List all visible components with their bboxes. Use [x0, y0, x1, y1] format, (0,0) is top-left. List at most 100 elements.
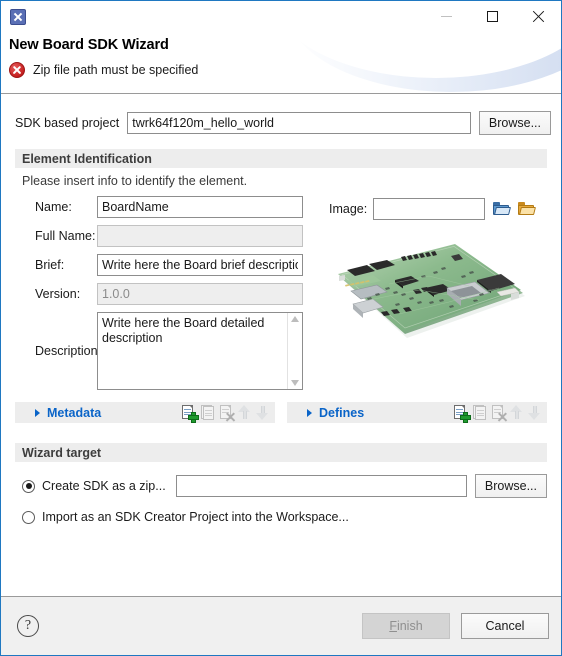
- help-question-icon[interactable]: ?: [17, 615, 39, 637]
- brief-input[interactable]: [97, 254, 303, 276]
- field-row-name: Name:: [15, 196, 323, 218]
- plus-badge: [188, 412, 199, 423]
- cancel-button[interactable]: Cancel: [461, 613, 549, 639]
- folder-blue-icon[interactable]: [493, 202, 512, 216]
- doc-line: [477, 410, 484, 411]
- section-metadata-label: Metadata: [47, 405, 102, 420]
- x-badge: [498, 412, 507, 421]
- doc-line: [205, 415, 212, 416]
- maximize-button[interactable]: [469, 2, 515, 32]
- duplicate-define-icon: [472, 405, 486, 420]
- version-input: [97, 283, 303, 305]
- triangle-right-icon[interactable]: [307, 408, 312, 417]
- description-textarea[interactable]: Write here the Board detailed descriptio…: [97, 312, 303, 390]
- duplicate-metadata-icon: [200, 405, 214, 420]
- minimize-button[interactable]: [423, 2, 469, 32]
- description-scrollbar[interactable]: [287, 313, 302, 389]
- dialog-footer: ? Finish Cancel: [1, 597, 561, 655]
- description-text[interactable]: Write here the Board detailed descriptio…: [98, 313, 287, 389]
- wizard-header: New Board SDK Wizard Zip file path must …: [1, 32, 561, 94]
- sdk-browse-button[interactable]: Browse...: [478, 111, 551, 135]
- maximize-icon: [486, 11, 498, 22]
- folder-flap: [494, 207, 512, 215]
- sdk-project-input[interactable]: [127, 112, 471, 134]
- folder-orange-icon[interactable]: [518, 202, 537, 216]
- doc-line: [205, 412, 212, 414]
- error-circle-icon: [9, 62, 25, 78]
- radio-import-project-label[interactable]: Import as an SDK Creator Project into th…: [42, 510, 349, 524]
- folder-flap: [519, 207, 537, 215]
- radio-import-project[interactable]: [22, 510, 35, 524]
- image-row: Image:: [329, 198, 547, 220]
- delete-metadata-icon: [219, 405, 233, 420]
- dialog-window: New Board SDK Wizard Zip file path must …: [0, 0, 562, 656]
- field-row-description: Description: Write here the Board detail…: [15, 312, 323, 390]
- title-bar: [1, 1, 561, 32]
- page-title: New Board SDK Wizard: [9, 37, 169, 53]
- chevron-down-icon[interactable]: [290, 380, 300, 386]
- zip-path-input[interactable]: [175, 475, 467, 497]
- radio-row-import-project: Import as an SDK Creator Project into th…: [15, 510, 547, 524]
- move-up-icon: [238, 405, 251, 420]
- field-row-brief: Brief:: [15, 254, 323, 276]
- close-icon: [532, 10, 545, 23]
- identification-right-column: Image:: [323, 196, 547, 390]
- header-decoration-swoosh: [286, 32, 561, 92]
- add-metadata-icon[interactable]: [181, 405, 199, 423]
- full-name-input: [97, 225, 303, 247]
- element-identification-header: Element Identification: [15, 149, 547, 168]
- section-metadata[interactable]: Metadata: [15, 402, 275, 423]
- version-label: Version:: [35, 287, 81, 301]
- full-name-label: Full Name:: [35, 229, 96, 243]
- image-label: Image:: [329, 202, 368, 216]
- arrow-shaft: [514, 411, 519, 419]
- doc-line: [222, 409, 229, 410]
- wizard-target-header: Wizard target: [15, 443, 547, 462]
- section-defines-label: Defines: [319, 405, 365, 420]
- radio-create-zip-label[interactable]: Create SDK as a zip...: [42, 479, 166, 493]
- zip-browse-button[interactable]: Browse...: [474, 474, 547, 498]
- triangle-right-icon[interactable]: [35, 408, 40, 417]
- finish-button: Finish: [362, 613, 450, 639]
- description-label: Description:: [35, 344, 101, 358]
- move-down-icon: [256, 405, 269, 420]
- identification-columns: Name: Full Name: Brief: Version: Descrip: [15, 196, 547, 390]
- defines-toolbar: [453, 405, 547, 423]
- header-decoration-swoosh-mask: [271, 32, 561, 78]
- doc-line: [205, 410, 212, 411]
- x-badge: [226, 412, 235, 421]
- element-identification-subtitle: Please insert info to identify the eleme…: [22, 174, 248, 188]
- collapsible-sections-row: Metadata Defines: [15, 402, 547, 423]
- dialog-body: SDK based project Browse... Element Iden…: [1, 94, 561, 596]
- app-x-icon: [10, 8, 26, 25]
- close-button[interactable]: [515, 2, 561, 32]
- error-message-row: Zip file path must be specified: [9, 62, 198, 78]
- field-row-full-name: Full Name:: [15, 225, 323, 247]
- doc-line: [456, 409, 463, 410]
- delete-define-icon: [491, 405, 505, 420]
- section-defines[interactable]: Defines: [287, 402, 547, 423]
- move-up-icon: [510, 405, 523, 420]
- sdk-project-row: SDK based project Browse...: [15, 111, 551, 135]
- move-down-icon: [528, 405, 541, 420]
- doc-line: [494, 409, 501, 410]
- radio-create-zip[interactable]: [22, 479, 35, 493]
- name-input[interactable]: [97, 196, 303, 218]
- arrow-head: [528, 413, 540, 420]
- doc-line: [477, 412, 484, 414]
- brief-label: Brief:: [35, 258, 65, 272]
- chevron-up-icon[interactable]: [290, 316, 300, 322]
- add-define-icon[interactable]: [453, 405, 471, 423]
- doc-line: [477, 415, 484, 416]
- error-message-text: Zip file path must be specified: [33, 63, 199, 77]
- image-path-input[interactable]: [373, 198, 486, 220]
- board-photo-svg: [329, 228, 535, 360]
- board-image-preview: [329, 228, 535, 360]
- identification-left-column: Name: Full Name: Brief: Version: Descrip: [15, 196, 323, 390]
- arrow-head: [256, 413, 268, 420]
- arrow-shaft: [242, 411, 247, 419]
- radio-row-create-zip: Create SDK as a zip... Browse...: [15, 474, 547, 498]
- minimize-icon: [440, 16, 452, 17]
- metadata-toolbar: [181, 405, 275, 423]
- field-row-version: Version:: [15, 283, 323, 305]
